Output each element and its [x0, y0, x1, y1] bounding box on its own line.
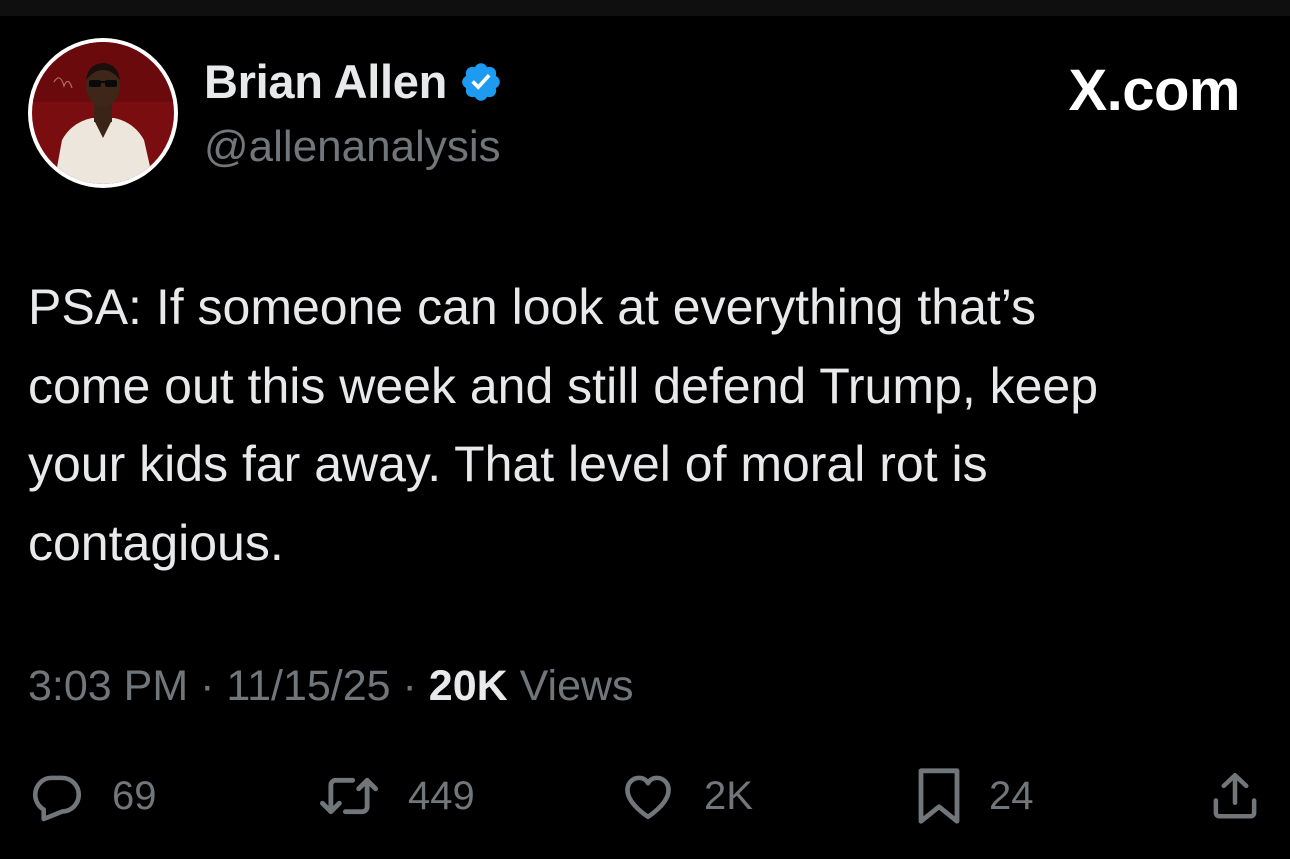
brand-label: X.com: [1068, 58, 1240, 123]
like-count: 2K: [704, 774, 753, 818]
tweet-meta: 3:03 PM · 11/15/25 · 20K Views: [28, 658, 634, 714]
share-button[interactable]: [1208, 760, 1262, 832]
repost-button[interactable]: 449: [316, 760, 475, 832]
author-name-text[interactable]: Brian Allen: [204, 52, 447, 112]
heart-icon: [618, 767, 678, 825]
tweet-text: PSA: If someone can look at everything t…: [28, 279, 1099, 571]
repost-icon: [316, 767, 382, 825]
repost-count: 449: [408, 774, 475, 818]
tweet-date[interactable]: 11/15/25: [226, 662, 390, 710]
author-name[interactable]: Brian Allen: [204, 52, 503, 112]
reply-icon: [28, 767, 86, 825]
top-strip: [0, 0, 1290, 16]
bookmark-count: 24: [989, 774, 1034, 818]
reply-button[interactable]: 69: [28, 760, 157, 832]
author-handle[interactable]: @allenanalysis: [204, 120, 501, 174]
avatar[interactable]: [28, 38, 178, 188]
views-label: Views: [507, 662, 634, 710]
views-count: 20K: [428, 662, 508, 710]
verified-badge-icon: [459, 60, 503, 104]
like-button[interactable]: 2K: [618, 760, 753, 832]
meta-separator: ·: [390, 662, 429, 710]
meta-separator: ·: [188, 662, 227, 710]
reply-count: 69: [112, 774, 157, 818]
avatar-image: [32, 42, 174, 184]
tweet-time[interactable]: 3:03 PM: [28, 662, 188, 710]
bookmark-button[interactable]: 24: [915, 760, 1034, 832]
share-icon: [1208, 767, 1262, 825]
bookmark-icon: [915, 763, 963, 829]
action-bar: 69 449 2K 24: [0, 760, 1290, 832]
